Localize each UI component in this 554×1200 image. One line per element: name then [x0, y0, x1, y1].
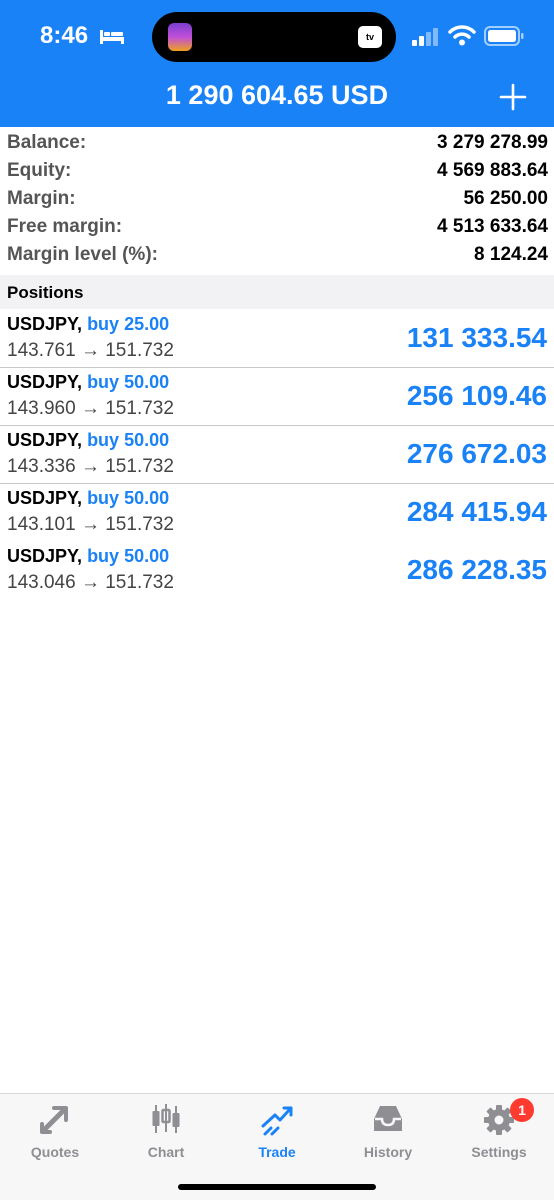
app-activity-icon: [168, 23, 192, 51]
trade-trend-icon: [261, 1106, 293, 1136]
position-symbol: USDJPY,: [7, 372, 83, 392]
position-title: USDJPY, buy 50.00: [7, 546, 169, 567]
bed-icon: [100, 30, 124, 44]
position-type: buy 50.00: [87, 546, 170, 566]
tab-settings[interactable]: 1 Settings: [444, 1098, 554, 1164]
header: 8:46 tv 1 290 604.65 USD: [0, 0, 554, 127]
position-profit: 131 333.54: [406, 322, 547, 353]
tab-quotes[interactable]: Quotes: [0, 1100, 110, 1164]
position-title: USDJPY, buy 50.00: [7, 430, 169, 451]
tab-trade[interactable]: Trade: [222, 1100, 332, 1164]
add-order-button[interactable]: [498, 82, 528, 112]
tab-label: History: [363, 1144, 413, 1160]
positions-section-header: Positions: [0, 275, 554, 309]
position-type: buy 25.00: [87, 314, 170, 334]
margin-level-value: 8 124.24: [474, 244, 548, 265]
tab-chart[interactable]: Chart: [111, 1100, 221, 1164]
position-profit: 284 415.94: [406, 496, 547, 527]
position-symbol: USDJPY,: [7, 430, 83, 450]
position-prices: 143.336 → 151.732: [7, 456, 174, 477]
margin-level-row: Margin level (%): 8 124.24: [0, 241, 554, 269]
position-prices: 143.101 → 151.732: [7, 514, 174, 535]
margin-label: Margin:: [7, 188, 76, 209]
position-title: USDJPY, buy 25.00: [7, 314, 169, 335]
tab-label: Settings: [471, 1144, 527, 1160]
free-margin-value: 4 513 633.64: [437, 216, 548, 237]
position-type: buy 50.00: [87, 372, 170, 392]
tab-history[interactable]: History: [333, 1100, 443, 1164]
battery-icon: [484, 26, 524, 46]
candlestick-icon: [152, 1104, 180, 1133]
home-indicator: [178, 1184, 376, 1190]
tab-bar: Quotes Chart Trade History 1 Settings: [0, 1093, 554, 1200]
position-row[interactable]: USDJPY, buy 50.00 143.960 → 151.732 256 …: [0, 368, 554, 426]
dynamic-island: tv: [152, 12, 396, 62]
position-type: buy 50.00: [87, 430, 170, 450]
equity-label: Equity:: [7, 160, 72, 181]
balance-row: Balance: 3 279 278.99: [0, 129, 554, 157]
position-prices: 143.761 → 151.732: [7, 340, 174, 361]
position-symbol: USDJPY,: [7, 488, 83, 508]
position-symbol: USDJPY,: [7, 314, 83, 334]
free-margin-row: Free margin: 4 513 633.64: [0, 213, 554, 241]
tab-label: Quotes: [30, 1144, 80, 1160]
position-prices: 143.960 → 151.732: [7, 398, 174, 419]
account-total-title: 1 290 604.65 USD: [165, 80, 389, 110]
margin-row: Margin: 56 250.00: [0, 185, 554, 213]
cellular-signal-icon: [412, 28, 438, 46]
margin-level-label: Margin level (%):: [7, 244, 158, 265]
position-row[interactable]: USDJPY, buy 50.00 143.046 → 151.732 286 …: [0, 542, 554, 600]
balance-value: 3 279 278.99: [437, 132, 548, 153]
balance-label: Balance:: [7, 132, 87, 153]
equity-value: 4 569 883.64: [437, 160, 548, 181]
position-row[interactable]: USDJPY, buy 25.00 143.761 → 151.732 131 …: [0, 310, 554, 368]
position-row[interactable]: USDJPY, buy 50.00 143.336 → 151.732 276 …: [0, 426, 554, 484]
wifi-icon: [448, 25, 476, 46]
tab-label: Trade: [258, 1144, 296, 1160]
quotes-arrows-icon: [40, 1106, 68, 1134]
position-prices: 143.046 → 151.732: [7, 572, 174, 593]
equity-row: Equity: 4 569 883.64: [0, 157, 554, 185]
position-profit: 286 228.35: [406, 554, 547, 585]
positions-list: USDJPY, buy 25.00 143.761 → 151.732 131 …: [0, 310, 554, 600]
margin-value: 56 250.00: [463, 188, 548, 209]
position-profit: 256 109.46: [406, 380, 547, 411]
inbox-icon: [374, 1106, 402, 1131]
position-type: buy 50.00: [87, 488, 170, 508]
position-profit: 276 672.03: [406, 438, 547, 469]
position-title: USDJPY, buy 50.00: [7, 372, 169, 393]
position-title: USDJPY, buy 50.00: [7, 488, 169, 509]
position-row[interactable]: USDJPY, buy 50.00 143.101 → 151.732 284 …: [0, 484, 554, 542]
tab-label: Chart: [147, 1144, 185, 1160]
account-summary: Balance: 3 279 278.99 Equity: 4 569 883.…: [0, 129, 554, 269]
free-margin-label: Free margin:: [7, 216, 123, 237]
position-symbol: USDJPY,: [7, 546, 83, 566]
notification-badge: 1: [510, 1098, 534, 1122]
status-time: 8:46: [40, 22, 89, 49]
apple-tv-icon: tv: [358, 26, 382, 48]
